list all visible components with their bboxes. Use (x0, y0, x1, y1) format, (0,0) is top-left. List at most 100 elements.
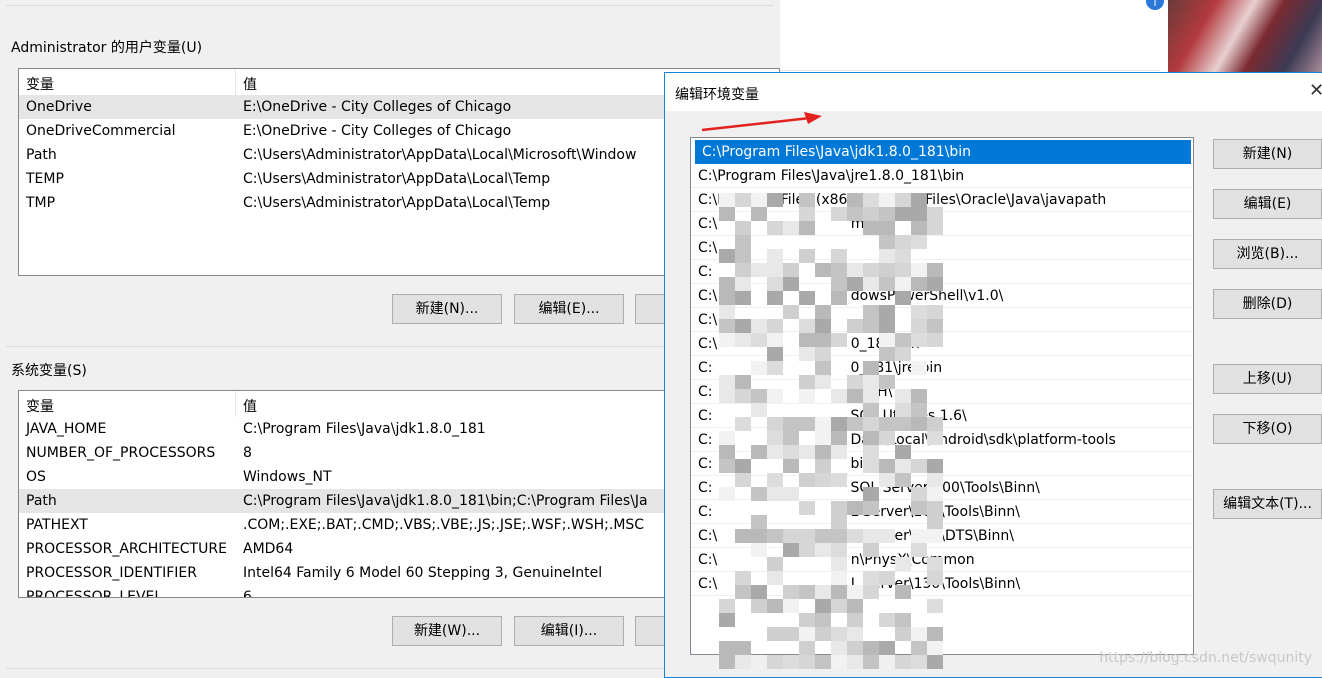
var-name: OneDrive (26, 99, 92, 115)
path-entry[interactable]: C: SQL Utilities 1.6\ (691, 404, 1193, 428)
path-entry[interactable]: C:\Program Files (x86)\Common Files\Orac… (691, 188, 1193, 212)
column-separator[interactable] (235, 69, 236, 95)
path-entry-text: C:\ m32 (698, 216, 883, 232)
sys-new-button[interactable]: 新建(W)... (392, 616, 502, 646)
var-value: Intel64 Family 6 Model 60 Stepping 3, Ge… (243, 565, 603, 581)
col-value-header[interactable]: 值 (243, 74, 257, 94)
info-icon[interactable]: i (1146, 0, 1164, 10)
path-entry[interactable]: C: 0_181\jre\bin (691, 356, 1193, 380)
path-entry-text: C: Data\Local\Android\sdk\platform-tools (698, 432, 1116, 448)
path-entry-text: C:\ L Server\100\DTS\Binn\ (698, 528, 1014, 544)
path-entry[interactable]: C:\ (691, 308, 1193, 332)
var-value: .COM;.EXE;.BAT;.CMD;.VBS;.VBE;.JS;.JSE;.… (243, 517, 645, 533)
var-value: E:\OneDrive - City Colleges of Chicago (243, 99, 512, 115)
path-entry-text: C: nSSH\ (698, 384, 893, 400)
red-arrow-annotation (701, 112, 822, 132)
mosaic-block (719, 655, 735, 669)
path-entry-text: C: L Server\100\Tools\Binn\ (698, 504, 1020, 520)
path-entry[interactable]: C:\ m32 (691, 212, 1193, 236)
sys-edit-button[interactable]: 编辑(I)... (514, 616, 624, 646)
path-rows: C:\Program Files\Java\jdk1.8.0_181\bin C:… (691, 140, 1193, 596)
delete-button[interactable]: 删除(D) (1213, 289, 1322, 319)
path-entry-text: C:\ (698, 240, 718, 256)
var-value: C:\Program Files\Java\jdk1.8.0_181\bin;C… (243, 493, 648, 509)
path-entry[interactable]: C:\ n\PhysX\Common (691, 548, 1193, 572)
move-down-button[interactable]: 下移(O) (1213, 414, 1322, 444)
divider (780, 70, 1160, 71)
path-entry-text: C: SQL Server\100\Tools\Binn\ (698, 480, 1040, 496)
path-entry[interactable]: C:\Program Files\Java\jdk1.8.0_181\bin (695, 140, 1191, 164)
var-value: 8 (243, 445, 252, 461)
path-entry-text: C:\Program Files\Java\jre1.8.0_181\bin (698, 168, 965, 184)
path-entry[interactable]: C:\Program Files\Java\jre1.8.0_181\bin (691, 164, 1193, 188)
mosaic-block (927, 655, 943, 669)
browse-button[interactable]: 浏览(B)... (1213, 239, 1322, 269)
path-entry[interactable]: C: L Server\100\Tools\Binn\ (691, 500, 1193, 524)
var-name: NUMBER_OF_PROCESSORS (26, 445, 216, 461)
edit-text-button[interactable]: 编辑文本(T)... (1213, 489, 1322, 519)
path-entry[interactable]: C:\ (691, 236, 1193, 260)
path-entry-text: C: SQL Utilities 1.6\ (698, 408, 967, 424)
var-name: PROCESSOR_LEVEL (26, 589, 163, 598)
path-entry-text: C: (698, 264, 713, 280)
path-entry-text: C:\ dowsPowerShell\v1.0\ (698, 288, 1004, 304)
new-button[interactable]: 新建(N) (1213, 139, 1322, 169)
user-new-button[interactable]: 新建(N)... (392, 294, 502, 324)
path-entry[interactable]: C:\ dowsPowerShell\v1.0\ (691, 284, 1193, 308)
group-divider (6, 5, 774, 6)
path-entry[interactable]: C:\ L Server\100\DTS\Binn\ (691, 524, 1193, 548)
path-entry[interactable]: C: bin (691, 452, 1193, 476)
mosaic-block (799, 655, 815, 669)
mosaic-block (767, 655, 783, 669)
var-name: PROCESSOR_IDENTIFIER (26, 565, 197, 581)
var-value: Windows_NT (243, 469, 332, 485)
edit-button[interactable]: 编辑(E) (1213, 189, 1322, 219)
var-name: Path (26, 147, 57, 163)
path-entry[interactable]: C: Data\Local\Android\sdk\platform-tools (691, 428, 1193, 452)
var-value: E:\OneDrive - City Colleges of Chicago (243, 123, 512, 139)
group-divider (6, 346, 774, 347)
path-entry-text: C:\ L Server\130\Tools\Binn\ (698, 576, 1021, 592)
column-separator[interactable] (235, 391, 236, 417)
var-name: Path (26, 493, 57, 509)
var-name: TEMP (26, 171, 64, 187)
var-name: PROCESSOR_ARCHITECTURE (26, 541, 227, 557)
watermark: https://blog.csdn.net/swqunity (1099, 650, 1312, 666)
dialog-title: 编辑环境变量 (675, 87, 759, 103)
var-value: 6 (243, 589, 252, 598)
var-name: JAVA_HOME (26, 421, 107, 437)
edit-environment-variable-dialog: 编辑环境变量 ✕ C:\Program Files\Java\jdk1.8.0_… (664, 72, 1322, 678)
move-up-button[interactable]: 上移(U) (1213, 364, 1322, 394)
path-entry[interactable]: C: nSSH\ (691, 380, 1193, 404)
environment-variables-dialog: Administrator 的用户变量(U) 变量 值 OneDrive E:\O… (0, 0, 780, 674)
path-entry-text: C:\ n\PhysX\Common (698, 552, 975, 568)
mosaic-block (911, 655, 927, 669)
path-entry-text: C:\Program Files (x86)\Common Files\Orac… (698, 192, 1107, 208)
path-entry[interactable]: C: SQL Server\100\Tools\Binn\ (691, 476, 1193, 500)
var-name: TMP (26, 195, 56, 211)
path-entry[interactable]: C:\ 0_181\bin (691, 332, 1193, 356)
var-value: AMD64 (243, 541, 294, 557)
group-divider (6, 668, 774, 669)
close-icon[interactable]: ✕ (1309, 80, 1322, 101)
dialog-titlebar[interactable]: 编辑环境变量 ✕ (665, 73, 1322, 111)
mosaic-block (863, 655, 879, 669)
mosaic-block (895, 655, 911, 669)
var-name: PATHEXT (26, 517, 88, 533)
path-entry-text: C: bin (698, 456, 873, 472)
col-value-header[interactable]: 值 (243, 396, 257, 416)
path-entry[interactable]: C:\ L Server\130\Tools\Binn\ (691, 572, 1193, 596)
var-name: OS (26, 469, 46, 485)
path-entry[interactable]: C: (691, 260, 1193, 284)
var-value: C:\Users\Administrator\AppData\Local\Tem… (243, 195, 551, 211)
col-name-header[interactable]: 变量 (26, 74, 54, 94)
path-entry-text: C: 0_181\jre\bin (698, 360, 943, 376)
sys-vars-group-title: 系统变量(S) (11, 363, 87, 379)
var-value: C:\Users\Administrator\AppData\Local\Tem… (243, 171, 551, 187)
user-edit-button[interactable]: 编辑(E)... (514, 294, 624, 324)
user-vars-group-title: Administrator 的用户变量(U) (11, 40, 203, 56)
col-name-header[interactable]: 变量 (26, 396, 54, 416)
path-entries-list[interactable]: C:\Program Files\Java\jdk1.8.0_181\bin C:… (690, 137, 1194, 655)
path-entry-text: C:\Program Files\Java\jdk1.8.0_181\bin (702, 144, 972, 160)
mosaic-block (815, 655, 831, 669)
